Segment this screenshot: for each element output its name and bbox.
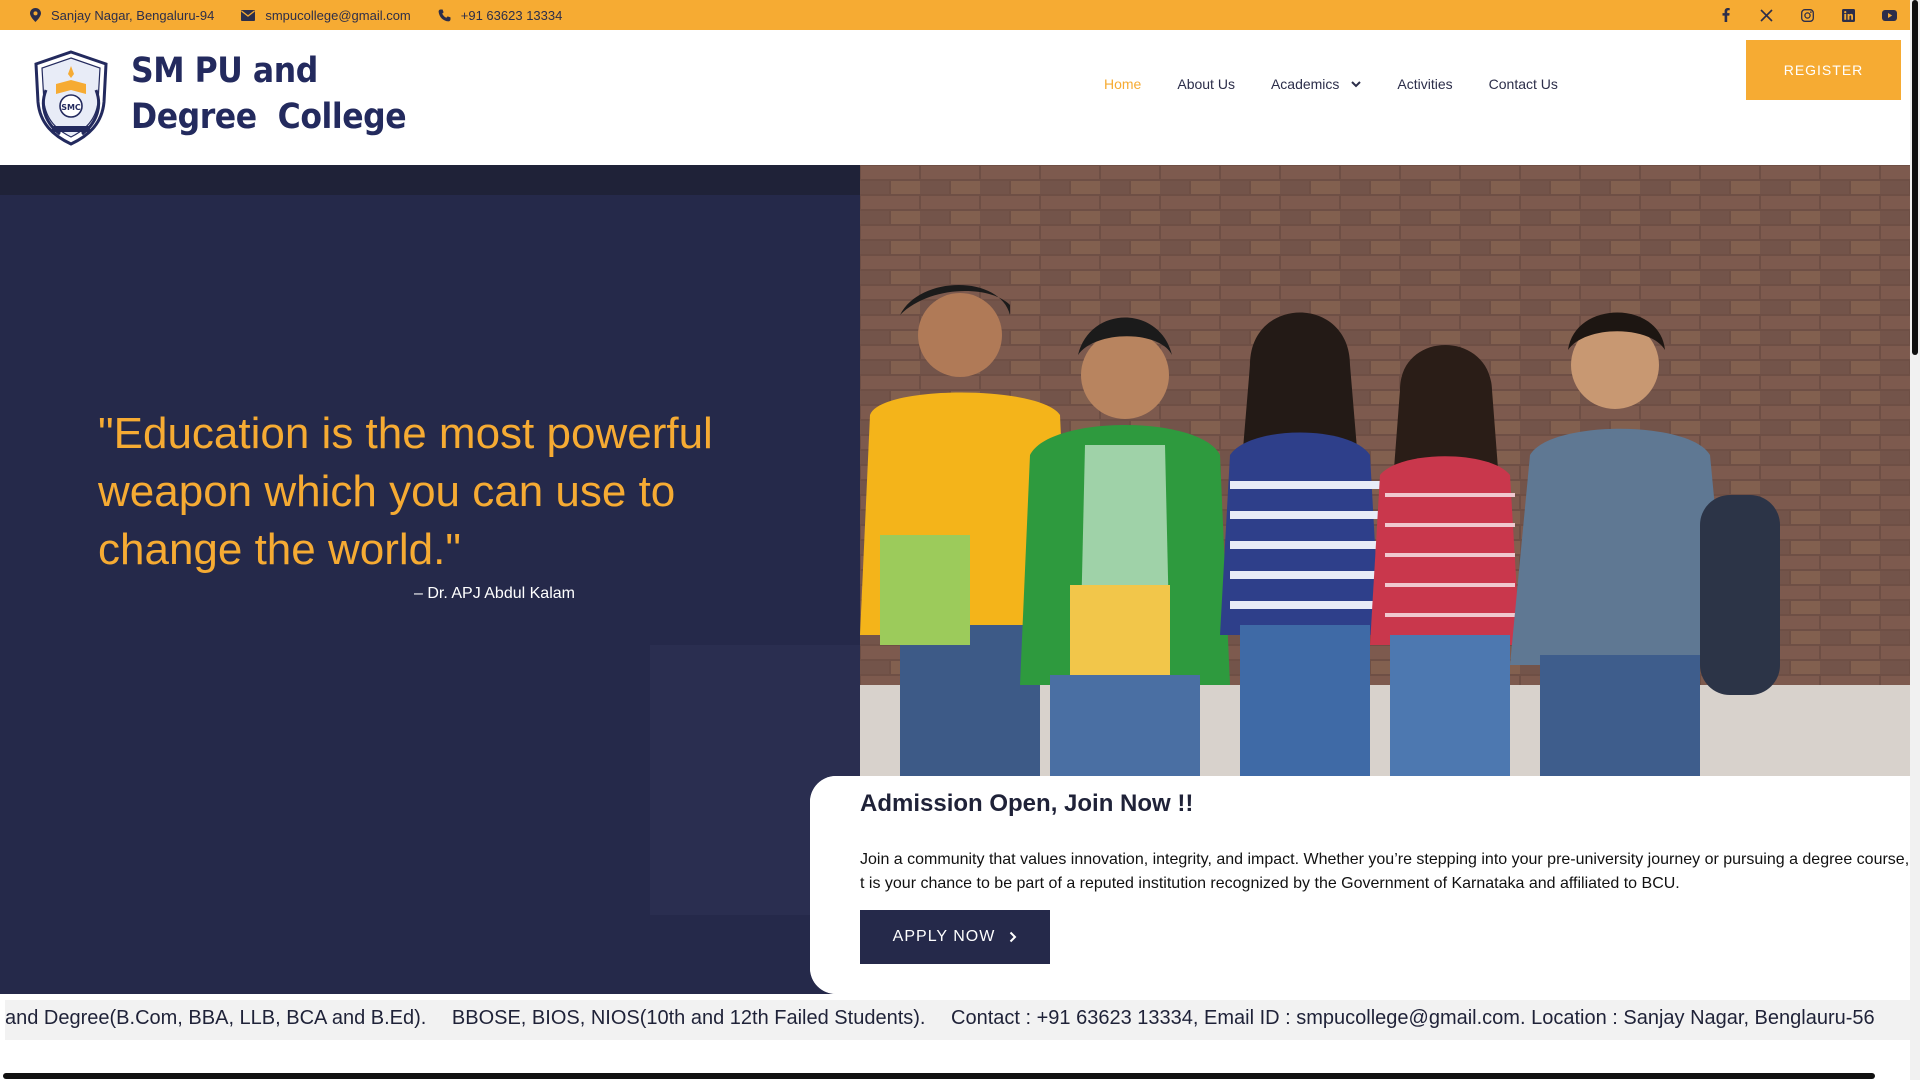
nav-item-activities[interactable]: Activities [1379,76,1470,92]
nav-item-label: Academics [1270,76,1340,92]
hero-top-band [0,165,860,195]
main-navigation: Home About Us Academics Activities Conta… [1086,64,1576,104]
nav-item-academics[interactable]: Academics [1253,76,1379,92]
youtube-link[interactable] [1869,0,1910,30]
nav-item-label: Activities [1397,76,1453,92]
ticker-item: Contact : +91 63623 13334, Email ID : sm… [951,1007,1875,1029]
phone-icon [438,9,451,21]
facebook-link[interactable] [1705,0,1746,30]
ticker-item: rce) and Degree(B.Com, BBA, LLB, BCA and… [5,1007,427,1029]
phone-info[interactable]: +91 63623 13334 [438,8,563,23]
linkedin-link[interactable] [1828,0,1869,30]
phone-text[interactable]: +91 63623 13334 [461,8,563,23]
site-header: SMC SM PU and Degree College Home About … [0,30,1910,165]
news-ticker: rce) and Degree(B.Com, BBA, LLB, BCA and… [5,1000,1910,1040]
ticker-track: rce) and Degree(B.Com, BBA, LLB, BCA and… [5,1007,1895,1030]
nav-item-contact-us[interactable]: Contact Us [1471,76,1576,92]
college-name-line-1: SM PU and [131,51,318,91]
nav-item-about-us[interactable]: About Us [1159,76,1253,92]
location-pin-icon [30,8,41,22]
chevron-right-icon [1010,931,1017,943]
emblem-text: SMC [61,103,81,112]
email-text[interactable]: smpucollege@gmail.com [265,8,410,23]
x-link[interactable] [1746,0,1787,30]
instagram-icon [1801,8,1814,22]
apply-now-label: APPLY NOW [892,928,996,945]
nav-item-label: Contact Us [1488,76,1558,92]
admission-title: Admission Open, Join Now !! [860,790,1194,817]
nav-item-label: About Us [1177,76,1235,92]
admission-description: Join a community that values innovation,… [860,851,1910,892]
horizontal-scrollbar[interactable] [3,1073,1875,1079]
college-emblem-logo[interactable]: SMC [30,50,112,146]
admission-card: Admission Open, Join Now !! Join a commu… [810,776,1910,994]
college-name-line-2: Degree College [131,97,407,137]
hero-quote-author: – Dr. APJ Abdul Kalam [414,585,575,602]
vertical-scrollbar[interactable] [1910,0,1920,1080]
apply-now-button[interactable]: APPLY NOW [860,910,1050,964]
nav-item-label: Home [1104,76,1142,92]
students-group-photo [860,165,1910,776]
x-icon [1760,8,1773,22]
youtube-icon [1882,9,1897,21]
address-text: Sanjay Nagar, Bengaluru-94 [51,7,215,23]
college-name[interactable]: SM PU and Degree College [131,48,407,140]
chevron-down-icon [1351,80,1362,87]
hero-quote: "Education is the most powerful weapon w… [98,409,713,574]
vertical-scrollbar-thumb[interactable] [1912,0,1918,355]
register-button[interactable]: REGISTER [1746,40,1901,100]
ticker-item: BBOSE, BIOS, NIOS(10th and 12th Failed S… [451,1007,926,1029]
nav-item-home[interactable]: Home [1086,76,1159,92]
linkedin-icon [1842,8,1855,22]
instagram-link[interactable] [1787,0,1828,30]
social-links [1705,0,1910,30]
email-info[interactable]: smpucollege@gmail.com [241,8,411,23]
facebook-icon [1722,8,1730,22]
address-info: Sanjay Nagar, Bengaluru-94 [30,8,214,23]
page: Sanjay Nagar, Bengaluru-94 smpucollege@g… [0,0,1920,1080]
top-info-bar: Sanjay Nagar, Bengaluru-94 smpucollege@g… [0,0,1910,30]
envelope-icon [241,9,256,21]
